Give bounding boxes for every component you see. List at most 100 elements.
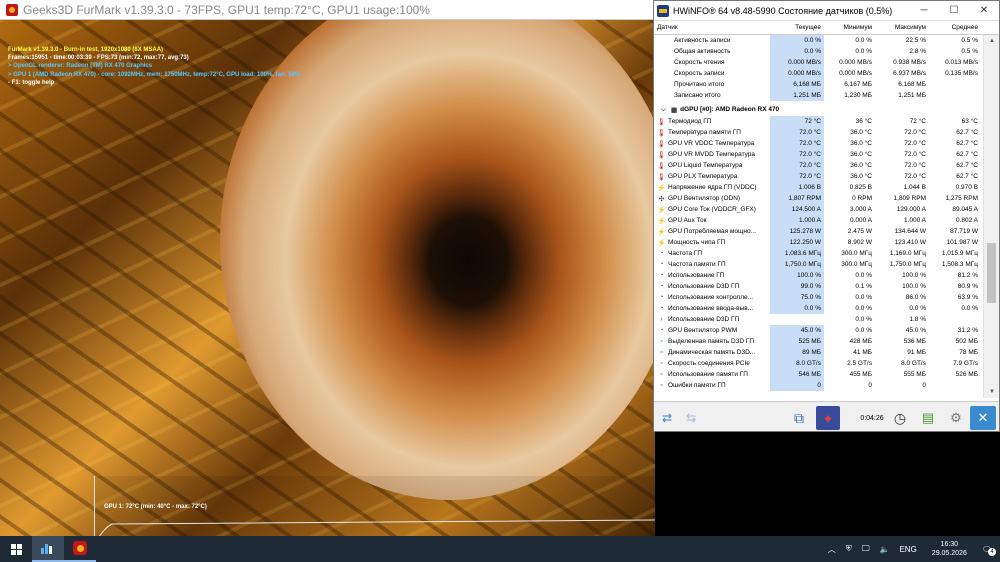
sensor-row[interactable]: 🌡 GPU Liquid Температура 72.0 °C 36.0 °C 72.… bbox=[654, 160, 983, 171]
close-button[interactable]: ✕ bbox=[969, 1, 999, 21]
furmark-titlebar[interactable]: Geeks3D FurMark v1.39.3.0 - 73FPS, GPU1 … bbox=[0, 0, 655, 20]
sensor-row[interactable]: ⚡ GPU Потребляемая мощно... 125.278 W 2.475… bbox=[654, 226, 983, 237]
sensor-name: Общая активность bbox=[674, 48, 731, 55]
scroll-down-arrow-icon[interactable]: ▼ bbox=[984, 386, 999, 398]
sensor-row[interactable]: ◔ Частота ГП 1,083.6 МГц 300.0 МГц 1,169.0 М… bbox=[654, 248, 983, 259]
thermometer-icon: 🌡 bbox=[657, 118, 666, 126]
sensor-name: Использование ввода-выв... bbox=[668, 305, 754, 312]
hwinfo-window[interactable]: HWiNFO® 64 v8.48-5990 Состояние датчиков… bbox=[653, 0, 1000, 432]
column-sensor[interactable]: Датчик bbox=[654, 21, 770, 34]
sensor-table-body[interactable]: Активность записи 0.0 % 0.0 % 22.5 % 0.5 % Об… bbox=[654, 35, 983, 398]
sensor-row[interactable]: ◔ GPU Вентилятор PWM 45.0 % 0.0 % 45.0 % 31.2… bbox=[654, 325, 983, 336]
network-tray-icon[interactable]: 🖵 bbox=[862, 544, 870, 554]
hwinfo-taskbar-icon bbox=[41, 542, 55, 554]
hud-line-frames: Frames:15951 - time:00:03:39 - FPS:73 (m… bbox=[8, 55, 189, 62]
value-max: 1.8 % bbox=[875, 314, 929, 325]
value-current: 72.0 °C bbox=[770, 149, 824, 160]
column-current[interactable]: Текущее bbox=[770, 21, 824, 34]
sensor-row[interactable]: Общая активность 0.0 % 0.0 % 2.8 % 0.5 % bbox=[654, 46, 983, 57]
value-avg: 0.970 В bbox=[929, 182, 981, 193]
sensor-row[interactable]: 🌡 GPU PLX Температура 72.0 °C 36.0 °C 72.0 °… bbox=[654, 171, 983, 182]
sensor-name-cell: ◔ GPU Вентилятор PWM bbox=[654, 325, 770, 336]
tray-overflow-icon[interactable]: ︿ bbox=[828, 544, 836, 555]
sensor-row[interactable]: ▫ Динамическая память D3D... 89 МБ 41 МБ 91 … bbox=[654, 347, 983, 358]
furmark-window[interactable]: Geeks3D FurMark v1.39.3.0 - 73FPS, GPU1 … bbox=[0, 0, 655, 536]
value-current: 100.0 % bbox=[770, 270, 824, 281]
scroll-up-arrow-icon[interactable]: ▲ bbox=[984, 35, 999, 47]
report-icon[interactable]: ▤ bbox=[916, 406, 940, 430]
collapse-chevron-icon[interactable]: ⌵ bbox=[661, 106, 666, 114]
value-avg: 0.013 MB/s bbox=[929, 57, 981, 68]
value-avg: 526 МБ bbox=[929, 369, 981, 380]
maximize-button[interactable]: ☐ bbox=[939, 1, 969, 21]
value-current: 122.250 W bbox=[770, 237, 824, 248]
expand-icon[interactable]: › bbox=[657, 316, 666, 323]
sensor-name-cell: ▫ Выделенная память D3D ГП bbox=[654, 336, 770, 347]
sensor-row[interactable]: ◔ Использование ввода-выв... 0.0 % 0.0 % 0.0… bbox=[654, 303, 983, 314]
logging-icon[interactable]: ◆ bbox=[816, 406, 840, 430]
sensor-name: Использование ГП bbox=[668, 272, 725, 279]
clock[interactable]: 16:30 29.05.2026 bbox=[932, 540, 967, 558]
sensor-row[interactable]: ⚡ GPU Aux Ток 1.000 A 0.000 A 1.000 A 0.802 A bbox=[654, 215, 983, 226]
sensor-row[interactable]: › Использование D3D ГП 0.0 % 1.8 % bbox=[654, 314, 983, 325]
value-max: 555 МБ bbox=[875, 369, 929, 380]
value-current: 124.500 A bbox=[770, 204, 824, 215]
security-icon[interactable]: ⛨ bbox=[846, 544, 852, 554]
sensor-row[interactable]: 🌡 GPU VR VDDC Температура 72.0 °C 36.0 °C 72… bbox=[654, 138, 983, 149]
column-maximum[interactable]: Максимум bbox=[875, 21, 929, 34]
sensor-name: Напряжение ядра ГП (VDDC) bbox=[668, 184, 757, 191]
sensor-row[interactable]: ◔ Частота памяти ГП 1,750.0 МГц 300.0 МГц 1,… bbox=[654, 259, 983, 270]
close-sensors-icon[interactable]: ✕ bbox=[970, 406, 996, 430]
sensor-row[interactable]: Скорость чтения 0.000 MB/s 0.000 MB/s 0.938… bbox=[654, 57, 983, 68]
sensor-row[interactable]: ▫ Ошибки памяти ГП 0 0 0 bbox=[654, 380, 983, 391]
sensor-row[interactable]: ◔ Использование контролле... 75.0 % 0.0 % 86… bbox=[654, 292, 983, 303]
sensor-row[interactable]: ◔ Использование ГП 100.0 % 0.0 % 100.0 % 81.2… bbox=[654, 270, 983, 281]
value-current: 1.006 В bbox=[770, 182, 824, 193]
sensor-row[interactable]: ✣ GPU Вентилятор (ODN) 1,807 RPM 0 RPM 1,809… bbox=[654, 193, 983, 204]
sensor-row[interactable]: Прочитано итого 6,168 МБ 6,167 МБ 6,168 МБ bbox=[654, 79, 983, 90]
sensor-row[interactable]: 🌡 Термодиод ГП 72 °C 36 °C 72 °C 63 °C bbox=[654, 116, 983, 127]
minimize-button[interactable]: ─ bbox=[909, 1, 939, 21]
sensor-row[interactable]: ⚡ Мощность чипа ГП 122.250 W 8.902 W 123.410… bbox=[654, 237, 983, 248]
sensor-row[interactable]: Записано итого 1,251 МБ 1,230 МБ 1,251 МБ bbox=[654, 90, 983, 101]
language-indicator[interactable]: ENG bbox=[899, 545, 916, 554]
sensor-row[interactable]: Активность записи 0.0 % 0.0 % 22.5 % 0.5 % bbox=[654, 35, 983, 46]
sensor-row[interactable]: Скорость записи 0.000 MB/s 0.000 MB/s 6.937… bbox=[654, 68, 983, 79]
windows-logo-icon bbox=[10, 543, 22, 555]
nav-skip-icon[interactable]: ⇆ bbox=[680, 406, 702, 430]
sensor-row[interactable]: 🌡 Температура памяти ГП 72.0 °C 36.0 °C 72.0… bbox=[654, 127, 983, 138]
value-current: 8.0 GT/s bbox=[770, 358, 824, 369]
scrollbar-thumb[interactable] bbox=[987, 243, 996, 303]
value-min: 0.0 % bbox=[824, 46, 875, 57]
sensor-row[interactable]: 🌡 GPU VR MVDD Температура 72.0 °C 36.0 °C 72… bbox=[654, 149, 983, 160]
sensor-row[interactable]: ▫ Использование памяти ГП 546 МБ 455 МБ 555 … bbox=[654, 369, 983, 380]
notifications-icon[interactable]: 🗨 4 bbox=[982, 545, 996, 556]
sensor-row[interactable]: ◔ Использование D3D ГП 99.0 % 0.1 % 100.0 % 8… bbox=[654, 281, 983, 292]
value-min: 1,230 МБ bbox=[824, 90, 875, 101]
value-avg bbox=[929, 380, 981, 391]
clock-icon[interactable]: ◷ bbox=[888, 406, 912, 430]
value-avg: 80.9 % bbox=[929, 281, 981, 292]
sensor-row[interactable]: ⚡ Напряжение ядра ГП (VDDC) 1.006 В 0.825 В… bbox=[654, 182, 983, 193]
network-icon[interactable]: ⧉ bbox=[786, 406, 812, 430]
nav-left-right-icon[interactable]: ⇄ bbox=[656, 406, 678, 430]
settings-icon[interactable]: ⚙ bbox=[944, 406, 968, 430]
value-max: 72.0 °C bbox=[875, 160, 929, 171]
column-minimum[interactable]: Минимум bbox=[824, 21, 875, 34]
value-current: 1.000 A bbox=[770, 215, 824, 226]
taskbar-furmark-button[interactable] bbox=[64, 536, 96, 562]
value-current: 0.0 % bbox=[770, 35, 824, 46]
sensor-row[interactable]: ▫ Выделенная память D3D ГП 525 МБ 428 МБ 536… bbox=[654, 336, 983, 347]
sensor-scrollbar[interactable]: ▲ ▼ bbox=[983, 35, 999, 398]
value-current: 72.0 °C bbox=[770, 171, 824, 182]
sensor-group-header[interactable]: ⌵ ▦ dGPU [#0]: AMD Radeon RX 470 bbox=[654, 103, 983, 116]
hwinfo-titlebar[interactable]: HWiNFO® 64 v8.48-5990 Состояние датчиков… bbox=[654, 1, 999, 21]
start-button[interactable] bbox=[0, 536, 32, 562]
value-current: 1,083.6 МГц bbox=[770, 248, 824, 259]
volume-icon[interactable]: 🔈 bbox=[879, 545, 889, 554]
value-max: 0.938 MB/s bbox=[875, 57, 929, 68]
column-average[interactable]: Среднее bbox=[929, 21, 981, 34]
sensor-row[interactable]: ⚡ GPU Core Ток (VDDCR_GFX) 124.500 A 3.000 … bbox=[654, 204, 983, 215]
sensor-row[interactable]: ▫ Скорость соединения PCIe 8.0 GT/s 2.5 GT/… bbox=[654, 358, 983, 369]
taskbar-hwinfo-button[interactable] bbox=[32, 536, 64, 562]
